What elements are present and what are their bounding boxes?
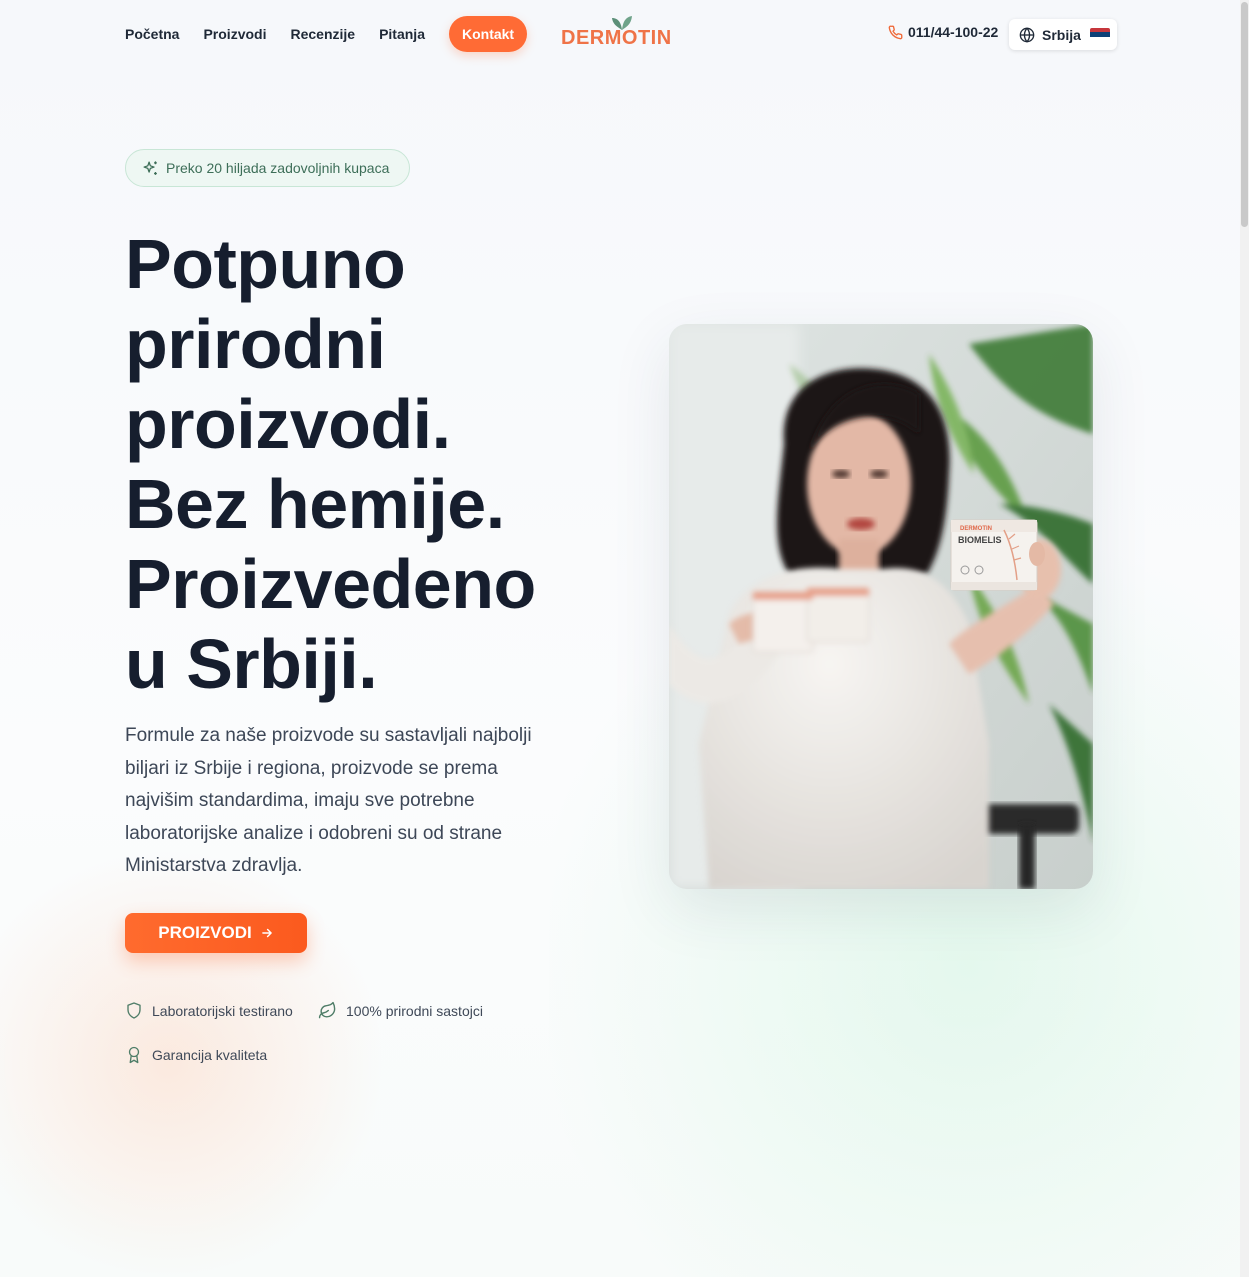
- site-header: Početna Proizvodi Recenzije Pitanja Kont…: [0, 0, 1240, 70]
- badge-text: Preko 20 hiljada zadovoljnih kupaca: [166, 160, 390, 176]
- headline-line: proizvodi.: [125, 385, 451, 463]
- brand-name: DERMOTIN: [561, 27, 672, 49]
- phone-icon: [888, 25, 903, 39]
- phone-link[interactable]: 011/44-100-22: [888, 24, 998, 40]
- feature-natural: 100% prirodni sastojci: [318, 1001, 483, 1020]
- phone-number: 011/44-100-22: [908, 24, 999, 40]
- feature-label: Garancija kvaliteta: [152, 1047, 268, 1063]
- language-selector[interactable]: Srbija: [1009, 19, 1117, 50]
- svg-text:BIOMELIS: BIOMELIS: [958, 535, 1002, 545]
- feature-quality: Garancija kvaliteta: [125, 1045, 267, 1065]
- feature-label: Laboratorijski testirano: [152, 1002, 293, 1019]
- nav-item-recenzije[interactable]: Recenzije: [290, 26, 355, 42]
- arrow-right-icon: [261, 928, 272, 938]
- leaf-icon: [318, 1001, 336, 1019]
- svg-text:DERMOTIN: DERMOTIN: [960, 526, 992, 532]
- headline-line: u Srbiji.: [125, 625, 378, 703]
- main-nav: Početna Proizvodi Recenzije Pitanja Kont…: [125, 16, 528, 52]
- scrollbar-thumb[interactable]: [1241, 2, 1248, 227]
- language-label: Srbija: [1042, 26, 1081, 43]
- products-button[interactable]: PROIZVODI: [125, 913, 307, 953]
- brand-logo[interactable]: DERMOTIN: [561, 14, 683, 50]
- hero-headline: Potpuno prirodni proizvodi. Bez hemije. …: [125, 224, 585, 704]
- woman-with-products-image: DERMOTIN BIOMELIS: [669, 324, 1093, 889]
- shield-icon: [127, 1002, 141, 1019]
- award-icon: [128, 1046, 140, 1064]
- nav-item-proizvodi[interactable]: Proizvodi: [203, 26, 266, 42]
- feature-label: 100% prirodni sastojci: [346, 1002, 483, 1019]
- headline-line: Bez hemije.: [125, 465, 505, 543]
- feature-lab-tested: Laboratorijski testirano: [125, 1001, 293, 1020]
- headline-line: Proizvedeno: [125, 545, 536, 623]
- sparkles-icon: [143, 160, 157, 175]
- products-button-label: PROIZVODI: [158, 923, 252, 942]
- headline-line: prirodni: [125, 305, 386, 383]
- hero-photo: DERMOTIN BIOMELIS: [669, 324, 1093, 889]
- headline-line: Potpuno: [125, 225, 406, 303]
- nav-item-pitanja[interactable]: Pitanja: [379, 26, 425, 42]
- customers-badge: Preko 20 hiljada zadovoljnih kupaca: [125, 149, 410, 187]
- globe-icon: [1019, 26, 1035, 43]
- nav-item-pocetna[interactable]: Početna: [125, 26, 179, 42]
- serbia-flag-icon: [1089, 28, 1110, 41]
- contact-button[interactable]: Kontakt: [448, 16, 528, 52]
- hero-description: Formule za naše proizvode su sastavljali…: [125, 725, 532, 876]
- scrollbar[interactable]: [1240, 0, 1249, 1277]
